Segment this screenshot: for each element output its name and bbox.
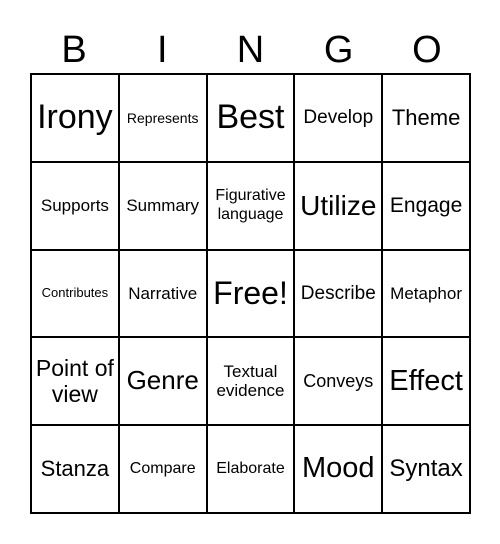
bingo-cell[interactable]: Engage bbox=[382, 161, 470, 250]
bingo-cell[interactable]: Theme bbox=[382, 74, 470, 162]
header-letter-o: O bbox=[412, 29, 442, 71]
bingo-cell[interactable]: Elaborate bbox=[206, 425, 295, 513]
bingo-cell[interactable]: Figurative language bbox=[206, 161, 295, 250]
bingo-cell[interactable]: Free! bbox=[206, 249, 295, 338]
bingo-header: B I N G O bbox=[30, 28, 471, 72]
bingo-cell[interactable]: Textual evidence bbox=[206, 337, 295, 426]
bingo-cell[interactable]: Irony bbox=[31, 74, 119, 162]
bingo-cell[interactable]: Best bbox=[206, 74, 295, 162]
header-letter-g: G bbox=[323, 29, 354, 71]
bingo-cell[interactable]: Contributes bbox=[31, 249, 119, 338]
header-letter-n: N bbox=[236, 29, 265, 71]
bingo-cell[interactable]: Effect bbox=[382, 337, 470, 426]
header-letter-b: B bbox=[61, 29, 87, 71]
bingo-cell[interactable]: Narrative bbox=[118, 249, 207, 338]
bingo-cell[interactable]: Genre bbox=[118, 337, 207, 426]
header-letter-i: I bbox=[157, 29, 168, 71]
bingo-cell[interactable]: Mood bbox=[294, 425, 383, 513]
bingo-cell[interactable]: Describe bbox=[294, 249, 383, 338]
bingo-cell[interactable]: Syntax bbox=[382, 425, 470, 513]
bingo-cell[interactable]: Stanza bbox=[31, 425, 119, 513]
bingo-cell[interactable]: Summary bbox=[118, 161, 207, 250]
bingo-cell[interactable]: Conveys bbox=[294, 337, 383, 426]
bingo-cell[interactable]: Develop bbox=[294, 74, 383, 162]
bingo-cell[interactable]: Represents bbox=[118, 74, 207, 162]
bingo-grid: Irony Represents Best Develop Theme Supports S… bbox=[30, 73, 471, 514]
bingo-cell[interactable]: Compare bbox=[118, 425, 207, 513]
bingo-cell[interactable]: Point of view bbox=[31, 337, 119, 426]
bingo-cell[interactable]: Metaphor bbox=[382, 249, 470, 338]
bingo-cell[interactable]: Utilize bbox=[294, 161, 383, 250]
bingo-cell[interactable]: Supports bbox=[31, 161, 119, 250]
